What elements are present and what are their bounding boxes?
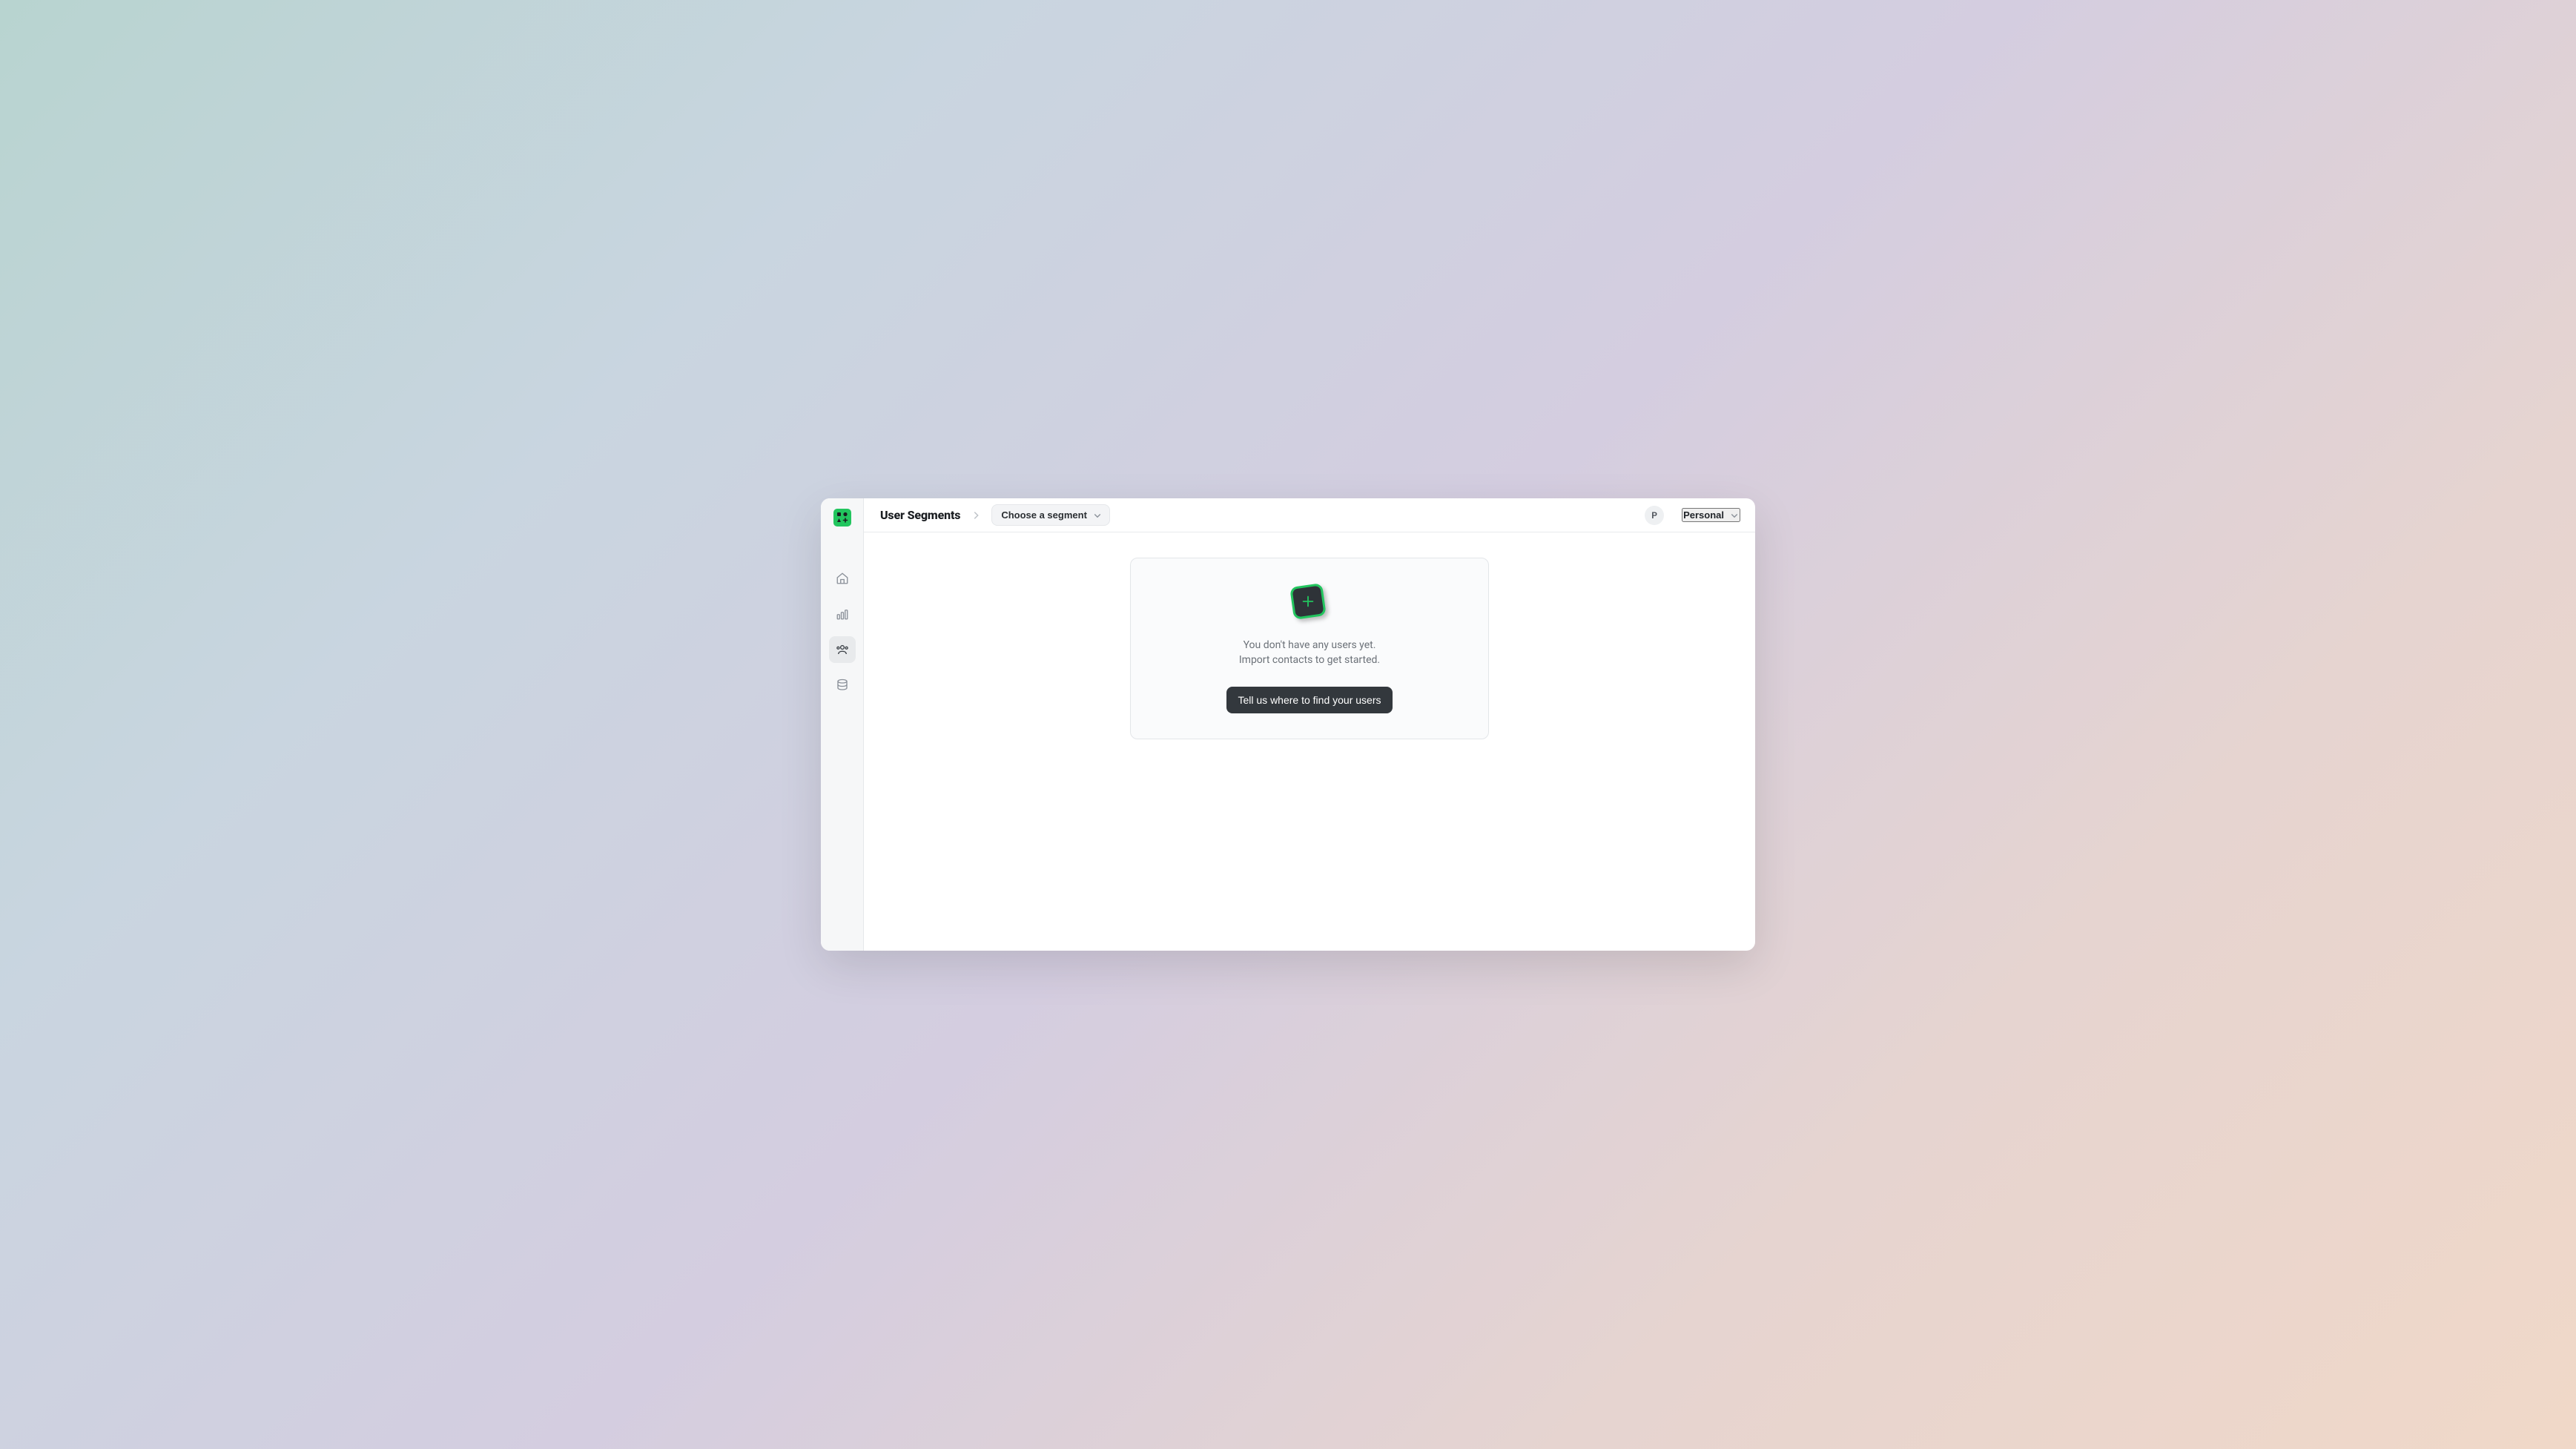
chevron-down-icon bbox=[1730, 511, 1739, 520]
empty-state-icon bbox=[1289, 583, 1327, 620]
empty-state-line1: You don't have any users yet. bbox=[1244, 638, 1376, 653]
empty-state-icon-wrap bbox=[1292, 585, 1327, 621]
segment-dropdown-label: Choose a segment bbox=[1001, 509, 1087, 521]
main-column: User Segments Choose a segment P Persona… bbox=[864, 498, 1755, 951]
import-users-button[interactable]: Tell us where to find your users bbox=[1226, 687, 1393, 713]
home-icon bbox=[836, 572, 849, 585]
breadcrumb-separator bbox=[971, 510, 981, 521]
workspace-dropdown[interactable]: Personal bbox=[1682, 508, 1740, 522]
segment-dropdown[interactable]: Choose a segment bbox=[991, 504, 1110, 526]
content-area: You don't have any users yet. Import con… bbox=[864, 532, 1755, 951]
avatar[interactable]: P bbox=[1645, 506, 1664, 525]
sidebar-item-database[interactable] bbox=[829, 672, 856, 699]
sidebar-item-users[interactable] bbox=[829, 636, 856, 663]
header: User Segments Choose a segment P Persona… bbox=[864, 498, 1755, 532]
plus-icon bbox=[1300, 593, 1316, 610]
sidebar-nav bbox=[829, 565, 856, 699]
bar-chart-icon bbox=[836, 607, 849, 621]
workspace-label: Personal bbox=[1683, 509, 1724, 521]
sidebar-item-home[interactable] bbox=[829, 565, 856, 592]
users-icon bbox=[836, 643, 849, 656]
chevron-down-icon bbox=[1093, 511, 1102, 520]
app-logo[interactable] bbox=[833, 509, 851, 527]
page-title: User Segments bbox=[880, 508, 960, 522]
shapes-icon bbox=[836, 512, 848, 524]
sidebar-item-analytics[interactable] bbox=[829, 601, 856, 627]
sidebar bbox=[821, 498, 864, 951]
chevron-right-icon bbox=[971, 510, 981, 521]
app-window: User Segments Choose a segment P Persona… bbox=[821, 498, 1755, 951]
database-icon bbox=[836, 679, 849, 692]
empty-state-card: You don't have any users yet. Import con… bbox=[1130, 558, 1489, 739]
empty-state-line2: Import contacts to get started. bbox=[1239, 653, 1380, 668]
